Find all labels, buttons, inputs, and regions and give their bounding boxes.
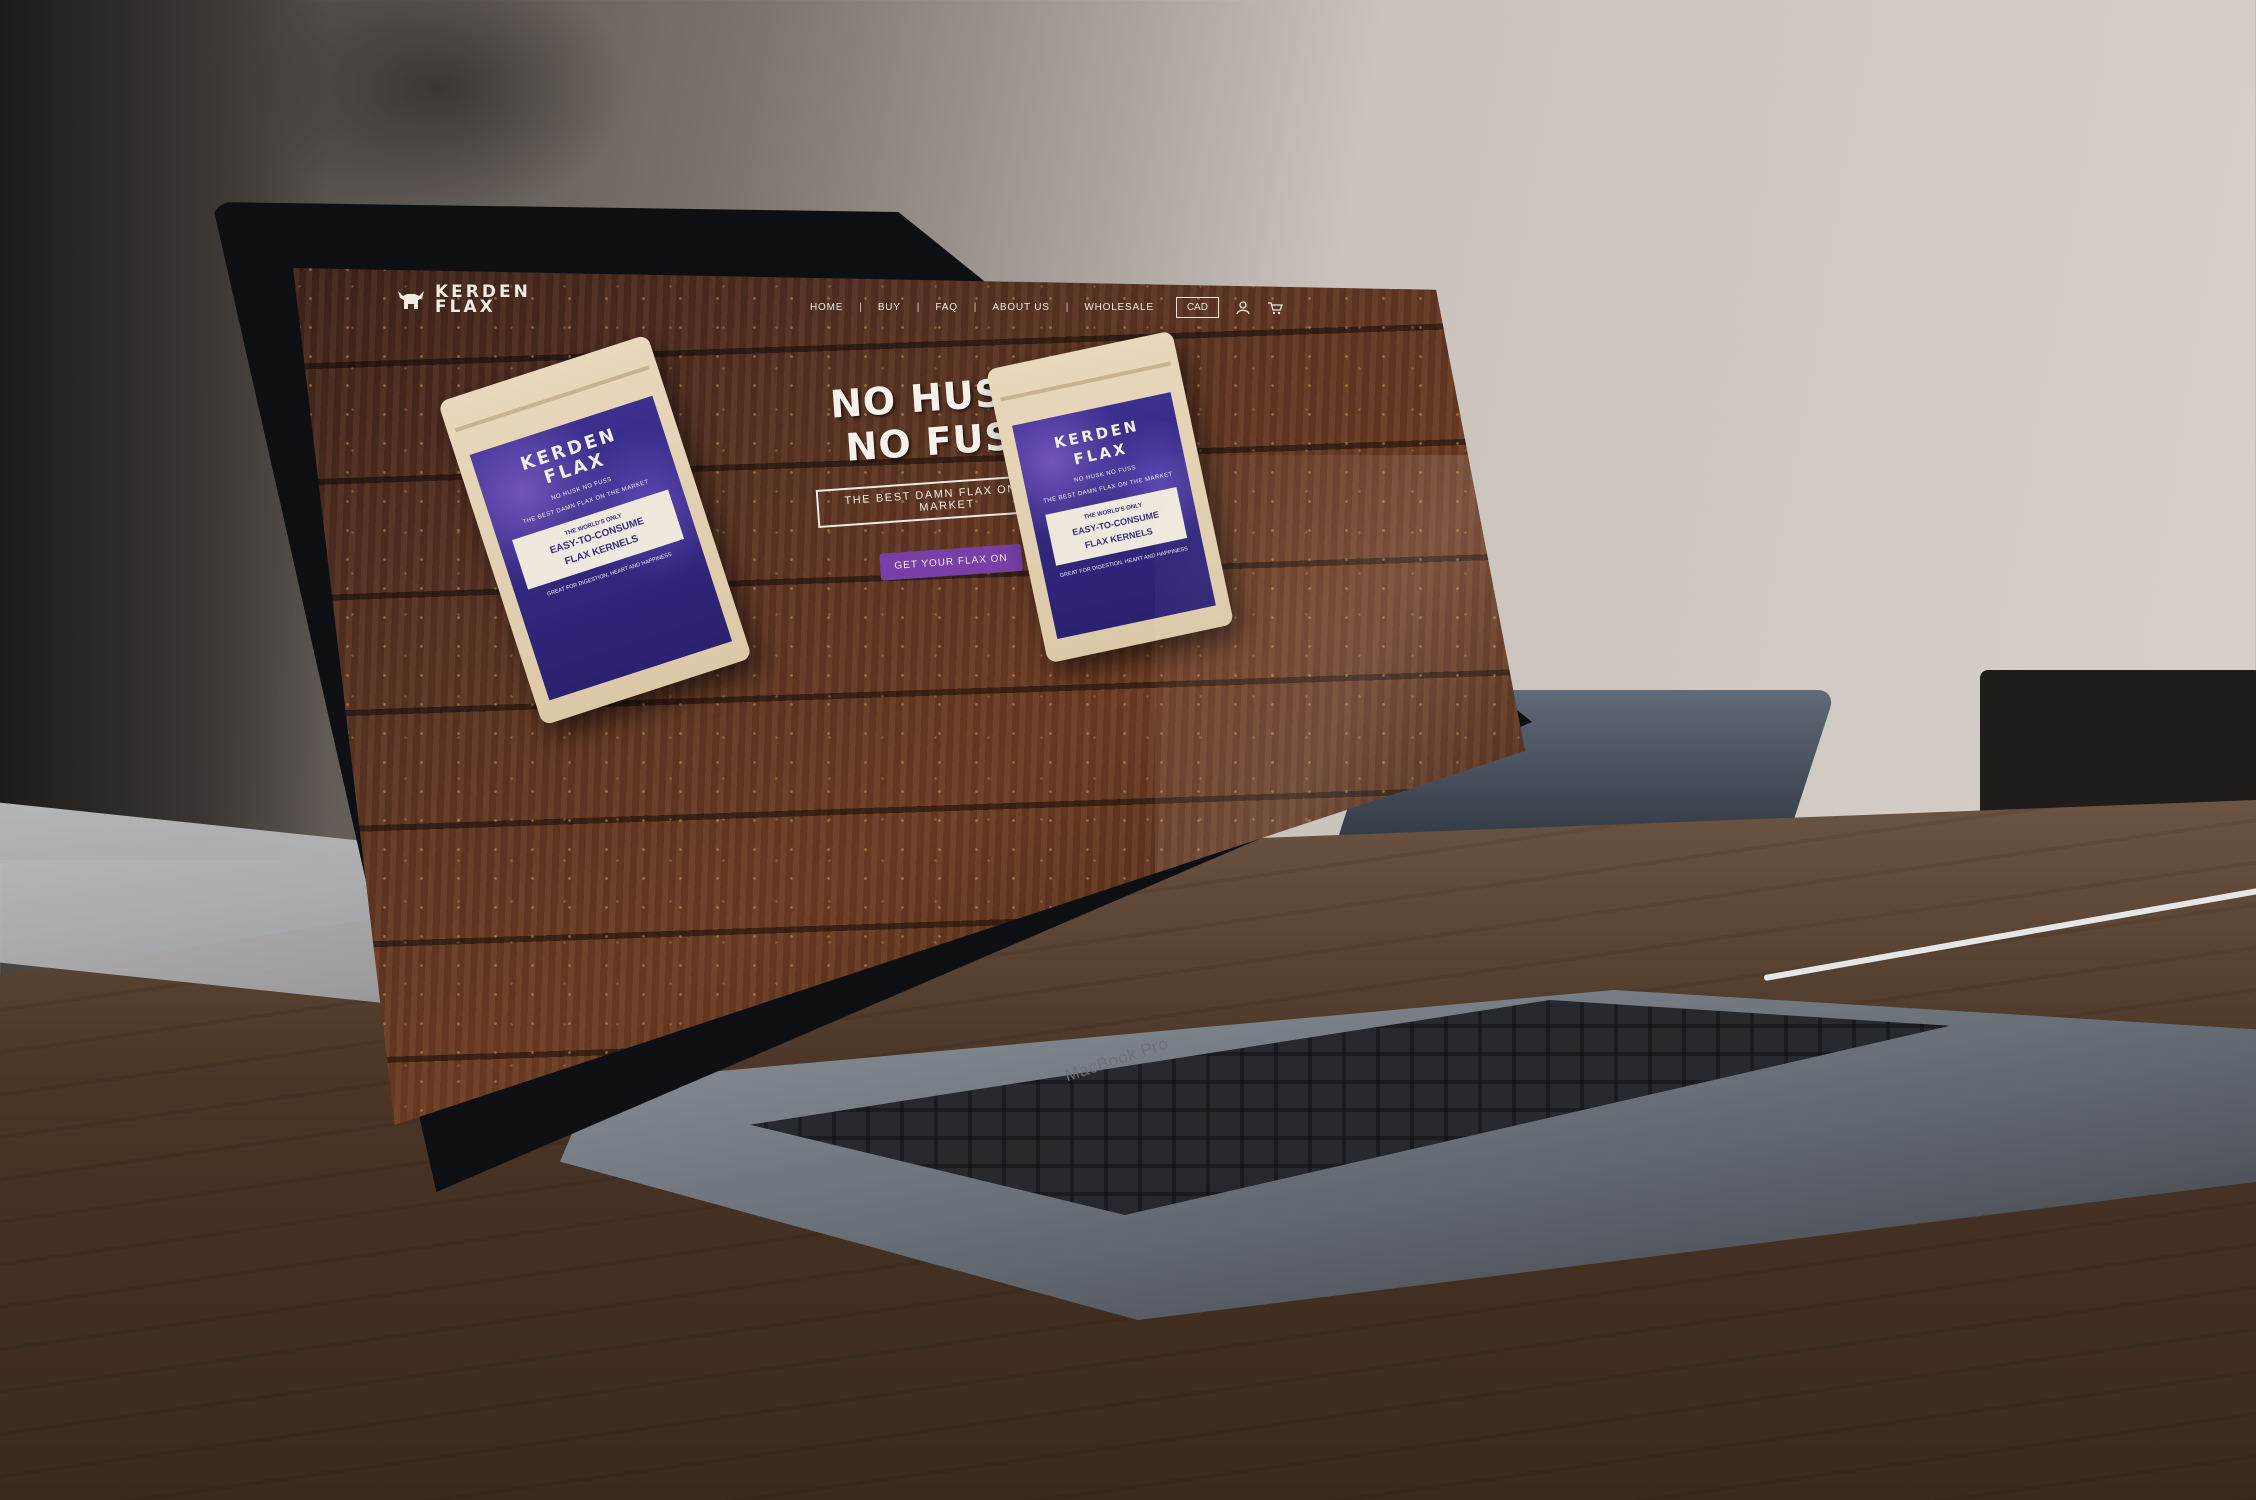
pouch-zipper bbox=[999, 361, 1171, 402]
nav-buy[interactable]: BUY bbox=[878, 302, 901, 313]
nav-about-us[interactable]: ABOUT US bbox=[992, 302, 1049, 313]
cart-icon[interactable] bbox=[1267, 301, 1283, 315]
nav-faq[interactable]: FAQ bbox=[935, 302, 957, 313]
main-menu: HOME | BUY | FAQ | ABOUT US | WHOLESALE … bbox=[810, 297, 1283, 318]
bull-logo-icon bbox=[398, 291, 424, 309]
currency-select[interactable]: CAD bbox=[1175, 297, 1219, 318]
logo-text: KERDEN FLAX bbox=[435, 282, 531, 317]
nav-separator: | bbox=[916, 302, 920, 313]
user-icon[interactable] bbox=[1235, 300, 1251, 315]
background-chair bbox=[1980, 670, 2256, 820]
nav-wholesale[interactable]: WHOLESALE bbox=[1084, 302, 1153, 313]
site-logo[interactable]: KERDEN FLAX bbox=[395, 282, 531, 317]
site-header: KERDEN FLAX HOME | BUY | FAQ | ABOUT US … bbox=[395, 282, 1395, 325]
nav-separator: | bbox=[1065, 302, 1069, 313]
nav-separator: | bbox=[859, 302, 862, 313]
nav-home[interactable]: HOME bbox=[810, 302, 843, 313]
nav-separator: | bbox=[973, 302, 977, 313]
background-plant-shadow bbox=[250, 0, 630, 220]
